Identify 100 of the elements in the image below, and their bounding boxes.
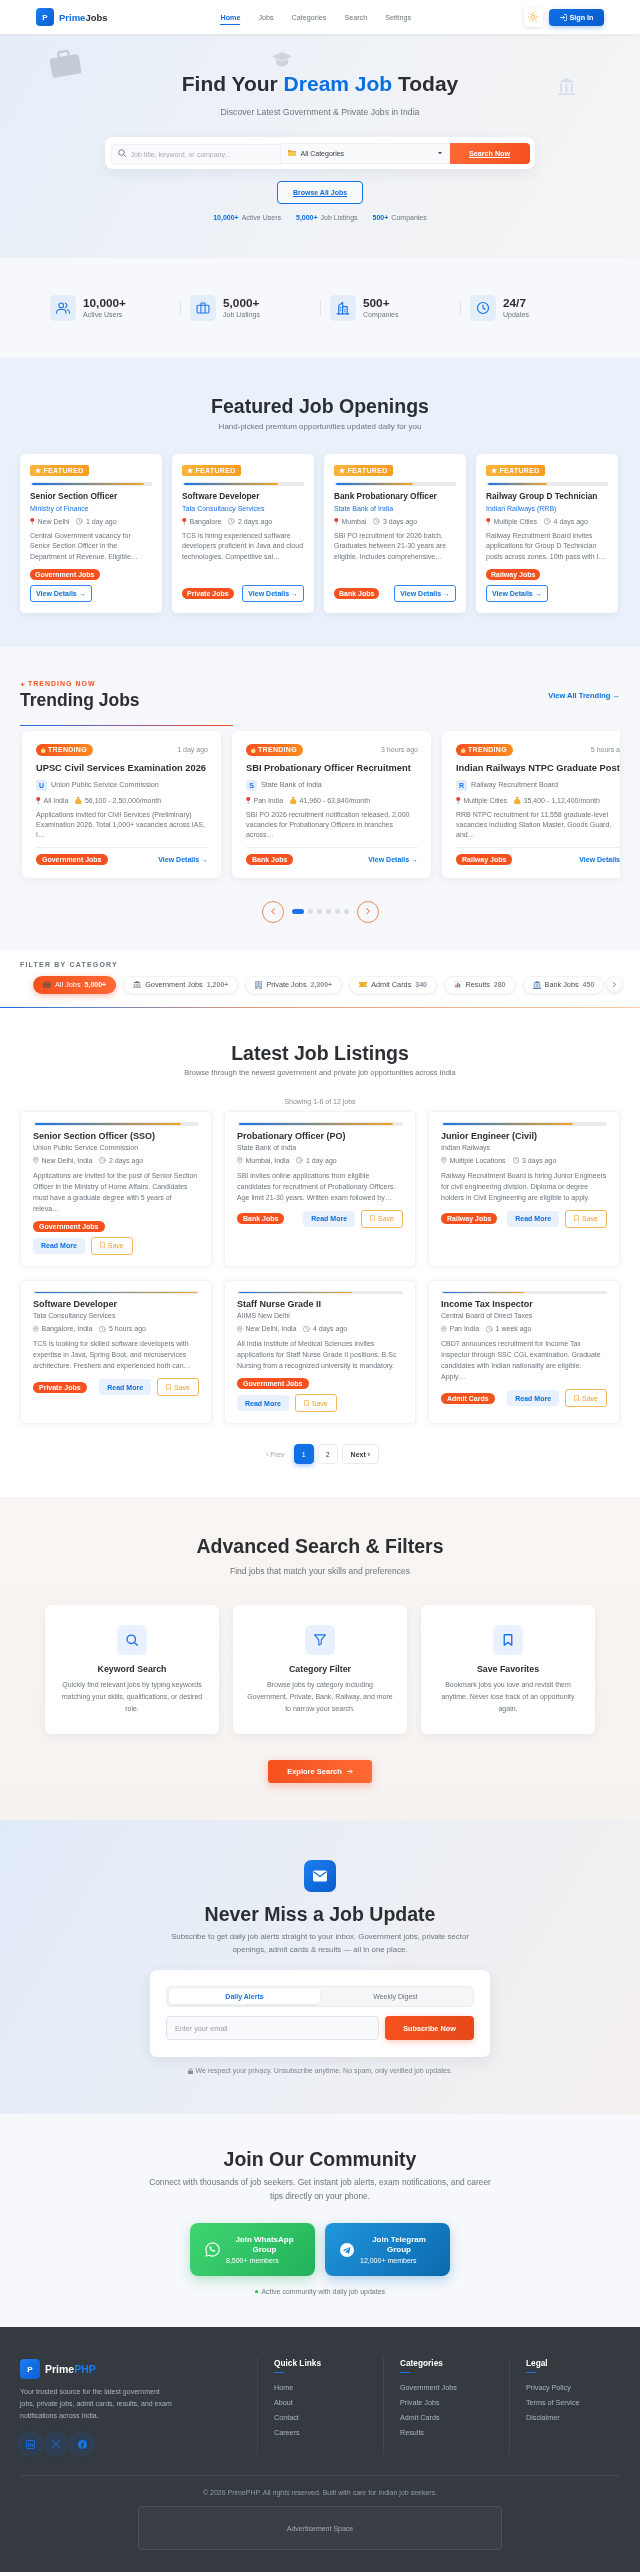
lock-icon — [187, 2067, 193, 2074]
search-icon — [117, 149, 126, 157]
money-bag-icon — [514, 796, 521, 805]
section-subtitle: Connect with thousands of job seekers. Get instant job alerts, exam notifications, and career tips directly on your phone. — [148, 2176, 492, 2203]
clock-icon — [470, 295, 496, 321]
office-building-icon — [255, 980, 263, 989]
bookmark-icon — [303, 1399, 309, 1407]
pin-icon — [237, 1325, 243, 1333]
section-title: Featured Job Openings — [210, 394, 430, 418]
carousel-dot[interactable] — [344, 909, 349, 914]
feature-title: Category Filter — [288, 1664, 352, 1675]
pin-icon — [441, 1157, 447, 1164]
carousel-dot[interactable] — [308, 909, 313, 914]
job-title: Income Tax Inspector — [441, 1298, 534, 1310]
job-title: Software Developer — [33, 1298, 119, 1310]
office-building-icon — [330, 295, 356, 321]
pin-icon — [334, 517, 339, 526]
pin-icon — [441, 1325, 447, 1333]
caret-icon — [437, 151, 442, 155]
chevron-right-icon — [365, 908, 370, 915]
theme-toggle-button[interactable] — [524, 7, 543, 27]
job-title: Railway Group D Technician — [486, 490, 599, 502]
carousel-dot[interactable] — [326, 909, 331, 914]
carousel-dot[interactable] — [317, 909, 322, 914]
briefcase-icon — [190, 295, 216, 321]
x-link[interactable] — [46, 2434, 66, 2454]
pin-icon — [30, 517, 35, 526]
paper-plane-icon — [340, 2242, 354, 2257]
clock-icon — [296, 1157, 303, 1164]
pin-icon — [237, 1157, 243, 1164]
envelope-icon — [304, 1860, 336, 1892]
feature-title: Keyword Search — [97, 1664, 167, 1675]
ticket-icon — [359, 981, 368, 988]
job-title: Software Developer — [182, 490, 261, 502]
linkedin-link[interactable] — [20, 2434, 40, 2454]
pin-icon — [33, 1157, 39, 1164]
stat-value: 500+ — [363, 297, 391, 310]
filter-icon — [305, 1625, 335, 1655]
logo-tile[interactable]: P — [36, 8, 54, 26]
stat-value: 5,000+ — [223, 297, 260, 310]
flame-icon — [461, 746, 466, 753]
sun-icon — [528, 12, 539, 22]
chat-bubble-icon — [205, 2242, 220, 2257]
clock-icon — [512, 1157, 520, 1164]
columned-building-icon — [558, 78, 575, 95]
job-title: Indian Railways NTPC Graduate Post — [456, 761, 620, 774]
stat-value: 24/7 — [503, 297, 527, 310]
brand-name[interactable]: PrimePHP — [45, 2363, 96, 2375]
clock-icon — [486, 1325, 493, 1333]
bank-icon — [532, 980, 541, 989]
job-title: Junior Engineer (Civil) — [441, 1129, 538, 1142]
money-bag-icon — [290, 796, 297, 805]
job-title: UPSC Civil Services Examination 2026 — [36, 761, 207, 774]
bookmark-icon — [166, 1383, 172, 1391]
logo-tile[interactable]: P — [20, 2359, 40, 2379]
section-title: Never Miss a Job Update — [204, 1902, 436, 1926]
bookmark-icon — [574, 1215, 580, 1222]
feature-title: Save Favorites — [476, 1664, 540, 1675]
sparkle-icon — [20, 681, 25, 687]
job-title: Senior Section Officer — [30, 490, 119, 502]
section-title: Trending Jobs — [20, 690, 140, 711]
section-title: Latest Job Listings — [230, 1041, 410, 1065]
linkedin-icon — [25, 2439, 35, 2449]
clock-icon — [76, 518, 83, 525]
money-bag-icon — [75, 796, 82, 805]
pin-icon — [456, 796, 461, 805]
x-logo-icon — [52, 2440, 60, 2448]
graduation-cap-icon — [272, 52, 292, 67]
stat-value: 10,000+ — [83, 297, 126, 310]
carousel-dot[interactable] — [335, 909, 340, 914]
job-title: Senior Section Officer (SSO) — [33, 1129, 157, 1142]
briefcase-icon — [47, 47, 83, 79]
chevron-right-icon — [613, 982, 616, 987]
flame-icon — [251, 746, 256, 753]
clock-icon — [228, 518, 235, 525]
clock-icon — [99, 1325, 106, 1333]
scroll-right-button[interactable] — [607, 977, 622, 992]
clock-icon — [303, 1325, 310, 1333]
hero-subtitle: Discover Latest Government & Private Jobs in India — [220, 106, 420, 118]
columned-building-icon — [133, 980, 142, 989]
pin-icon — [36, 796, 41, 805]
hero-title: Find Your Dream Job Today — [181, 71, 459, 97]
bookmark-icon — [99, 1242, 105, 1249]
arrow-right-icon — [346, 1769, 353, 1774]
bookmark-icon — [574, 1394, 580, 1402]
search-icon — [117, 1625, 147, 1655]
sign-in-icon — [559, 13, 567, 21]
section-subtitle: Hand-picked premium opportunities updated daily for you — [217, 421, 423, 432]
job-title: Probationary Officer (PO) — [237, 1129, 347, 1142]
folder-icon — [287, 149, 296, 157]
bookmark-icon — [370, 1215, 376, 1222]
section-title: Advanced Search & Filters — [196, 1534, 444, 1558]
section-subtitle: Find jobs that match your skills and preferences — [230, 1565, 410, 1577]
brand-name[interactable]: PrimeJobs — [59, 11, 108, 23]
facebook-link[interactable] — [72, 2434, 92, 2454]
pin-icon — [486, 517, 491, 526]
clock-icon — [99, 1157, 106, 1164]
status-dot-icon — [254, 2289, 259, 2294]
job-title: SBI Probationary Officer Recruitment — [246, 761, 412, 774]
job-title: Staff Nurse Grade II — [237, 1298, 323, 1310]
